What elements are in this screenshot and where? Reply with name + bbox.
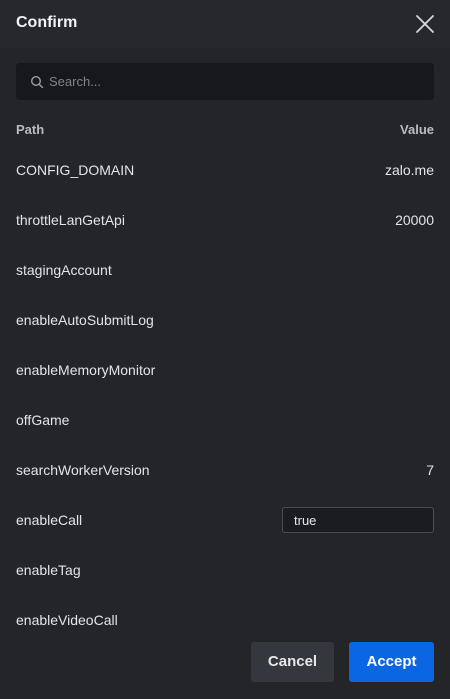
- table-row[interactable]: stagingAccount: [16, 258, 434, 282]
- table-row[interactable]: offGame: [16, 408, 434, 432]
- row-value: 7: [426, 462, 434, 478]
- row-path: offGame: [16, 412, 70, 428]
- path-column-header: Path: [16, 122, 45, 137]
- row-path: enableAutoSubmitLog: [16, 312, 154, 328]
- table-row[interactable]: enableTag: [16, 558, 434, 582]
- row-path: enableVideoCall: [16, 612, 118, 628]
- table-row[interactable]: enableVideoCall: [16, 608, 434, 632]
- table-row[interactable]: CONFIG_DOMAIN zalo.me: [16, 158, 434, 182]
- search-box: [16, 63, 434, 100]
- row-path: enableCall: [16, 512, 83, 528]
- table-row[interactable]: searchWorkerVersion 7: [16, 458, 434, 482]
- dialog-header: Confirm: [0, 0, 450, 48]
- table-row[interactable]: throttleLanGetApi 20000: [16, 208, 434, 232]
- row-value-input[interactable]: [282, 507, 434, 533]
- close-icon[interactable]: [414, 13, 436, 35]
- table-row[interactable]: enableCall: [16, 507, 434, 533]
- search-input[interactable]: [49, 63, 419, 100]
- accept-button[interactable]: Accept: [349, 642, 434, 682]
- row-path: enableMemoryMonitor: [16, 362, 156, 378]
- table-row[interactable]: enableMemoryMonitor: [16, 358, 434, 382]
- confirm-dialog: Confirm Path Value CONFIG_DOMAIN zalo.me…: [0, 0, 450, 699]
- row-path: throttleLanGetApi: [16, 212, 125, 228]
- value-column-header: Value: [400, 122, 434, 137]
- row-value: zalo.me: [384, 162, 434, 178]
- row-path: enableTag: [16, 562, 81, 578]
- table-row[interactable]: enableAutoSubmitLog: [16, 308, 434, 332]
- row-value: 20000: [395, 212, 434, 228]
- dialog-title: Confirm: [16, 14, 78, 31]
- row-path: searchWorkerVersion: [16, 462, 150, 478]
- row-path: stagingAccount: [16, 262, 112, 278]
- search-icon: [30, 75, 44, 89]
- cancel-button[interactable]: Cancel: [251, 642, 334, 682]
- row-path: CONFIG_DOMAIN: [16, 162, 135, 178]
